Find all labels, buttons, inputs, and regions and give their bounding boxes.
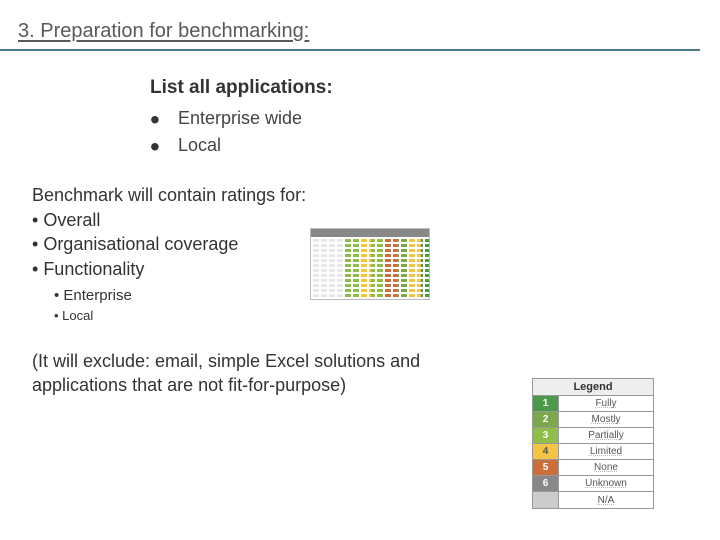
list-item: Local	[54, 306, 720, 327]
list-item: Local	[150, 132, 720, 159]
list-applications-block: List all applications: Enterprise wide L…	[150, 77, 720, 159]
legend-label: None	[559, 460, 653, 475]
legend-row: 1Fully	[533, 396, 653, 412]
legend-row: 4Limited	[533, 444, 653, 460]
legend-row: 2Mostly	[533, 412, 653, 428]
legend-label: Fully	[559, 396, 653, 411]
legend-number: 1	[533, 396, 559, 411]
legend-number: 5	[533, 460, 559, 475]
legend-number: 2	[533, 412, 559, 427]
applications-bullets: Enterprise wide Local	[150, 105, 720, 159]
legend-label: Partially	[559, 428, 653, 443]
legend-number: 4	[533, 444, 559, 459]
exclusion-note: (It will exclude: email, simple Excel so…	[32, 349, 462, 398]
benchmark-matrix-thumbnail	[310, 228, 430, 300]
legend-label: Unknown	[559, 476, 653, 491]
list-item: Enterprise wide	[150, 105, 720, 132]
list-heading: List all applications:	[150, 77, 720, 99]
legend-label: Mostly	[559, 412, 653, 427]
legend-label: N/A	[559, 492, 653, 508]
slide-title: 3. Preparation for benchmarking:	[0, 0, 700, 51]
legend-row: 5None	[533, 460, 653, 476]
legend-number: 3	[533, 428, 559, 443]
legend-title: Legend	[533, 379, 653, 396]
legend-row: 6Unknown	[533, 476, 653, 492]
legend-row: N/A	[533, 492, 653, 508]
legend-table: Legend 1Fully2Mostly3Partially4Limited5N…	[532, 378, 654, 509]
legend-number: 6	[533, 476, 559, 491]
legend-number	[533, 492, 559, 508]
legend-label: Limited	[559, 444, 653, 459]
benchmark-heading: Benchmark will contain ratings for:	[32, 185, 720, 206]
legend-row: 3Partially	[533, 428, 653, 444]
